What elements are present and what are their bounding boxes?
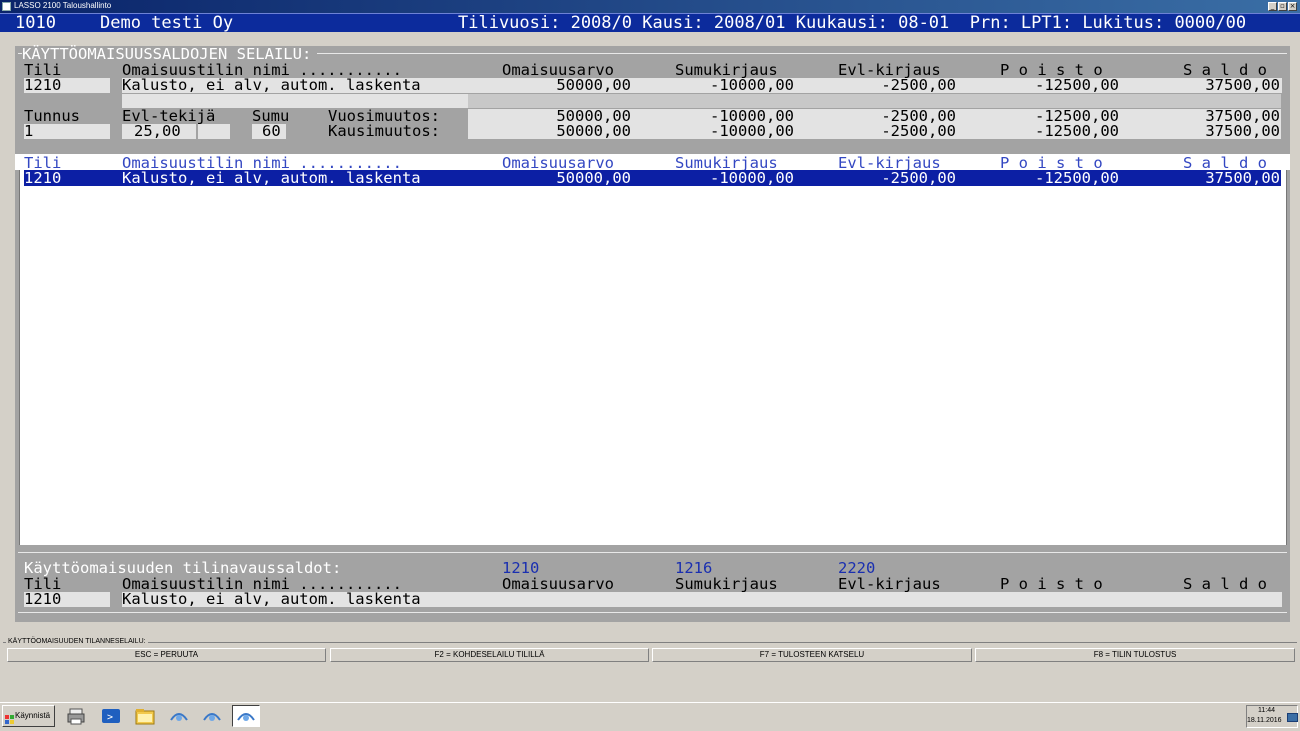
row-saldo[interactable]: 37500,00 xyxy=(1205,170,1280,186)
company-code: 1010 xyxy=(15,13,56,33)
field-bg xyxy=(122,94,468,108)
kausimuutos-label: Kausimuutos: xyxy=(328,122,440,140)
row-poisto[interactable]: -12500,00 xyxy=(1035,170,1119,186)
windows-logo-icon xyxy=(5,711,14,724)
field-bg xyxy=(24,124,110,139)
saldo-value: 37500,00 xyxy=(1205,76,1280,94)
field-bg xyxy=(198,124,230,139)
minimize-icon[interactable]: _ xyxy=(1268,2,1277,11)
f7-print-preview-button[interactable]: F7 = TULOSTEEN KATSELU xyxy=(652,648,972,662)
system-tray: 11:44 18.11.2016 xyxy=(1246,705,1298,728)
account-name-field: Kalusto, ei alv, autom. laskenta xyxy=(122,76,421,94)
restore-icon[interactable]: ▫ xyxy=(1278,2,1287,11)
kausi-saldo: 37500,00 xyxy=(1205,122,1280,140)
window-title: LASSO 2100 Taloushallinto xyxy=(14,1,112,10)
poisto-value: -12500,00 xyxy=(1035,76,1119,94)
clock-date[interactable]: 18.11.2016 xyxy=(1247,717,1282,724)
row-tili[interactable]: 1210 xyxy=(24,170,61,186)
bottom-account-field[interactable]: 1210 xyxy=(24,591,61,607)
bottom-header-sumukirjaus: Sumukirjaus xyxy=(675,575,778,593)
svg-text:>: > xyxy=(107,712,113,723)
lasso-app-icon[interactable] xyxy=(232,705,260,727)
period-status: Tilivuosi: 2008/0 Kausi: 2008/01 Kuukaus… xyxy=(458,13,1247,33)
omaisuusarvo-value: 50000,00 xyxy=(556,76,631,94)
bottom-header-poisto: P o i s t o xyxy=(1000,575,1103,593)
bottom-account-name: Kalusto, ei alv, autom. laskenta xyxy=(122,590,421,608)
row-name[interactable]: Kalusto, ei alv, autom. laskenta xyxy=(122,170,421,186)
account-link-1210[interactable]: 1210 xyxy=(502,560,539,576)
company-name: Demo testi Oy xyxy=(100,13,234,33)
kausi-omaisuusarvo: 50000,00 xyxy=(556,122,631,140)
app-icon xyxy=(2,2,11,11)
row-sumukirjaus[interactable]: -10000,00 xyxy=(710,170,794,186)
network-app-icon[interactable] xyxy=(201,706,223,726)
opening-balances-title: Käyttöomaisuuden tilinavaussaldot: xyxy=(24,559,342,577)
f2-target-browse-button[interactable]: F2 = KOHDESELAILU TILILLÄ xyxy=(330,648,649,662)
tunnus-field[interactable]: 1 xyxy=(24,123,33,139)
clock-time[interactable]: 11:44 xyxy=(1258,707,1275,714)
field-bg xyxy=(468,94,1281,108)
kausi-sumukirjaus: -10000,00 xyxy=(710,122,794,140)
powershell-icon[interactable]: > xyxy=(100,706,122,726)
sumu-field[interactable]: 60 xyxy=(262,123,281,139)
row-evl[interactable]: -2500,00 xyxy=(881,170,956,186)
printer-icon[interactable] xyxy=(66,706,88,726)
frame-line xyxy=(18,552,1287,553)
bottom-header-omaisuusarvo: Omaisuusarvo xyxy=(502,575,614,593)
frame-line xyxy=(3,642,1297,643)
row-omaisuusarvo[interactable]: 50000,00 xyxy=(556,170,631,186)
folder-icon[interactable] xyxy=(134,706,156,726)
f8-account-print-button[interactable]: F8 = TILIN TULOSTUS xyxy=(975,648,1295,662)
taskbar xyxy=(0,702,1300,731)
network-app-icon[interactable] xyxy=(168,706,190,726)
close-icon[interactable]: × xyxy=(1288,2,1297,11)
kausi-evl: -2500,00 xyxy=(881,122,956,140)
account-link-1216[interactable]: 1216 xyxy=(675,560,712,576)
kausi-poisto: -12500,00 xyxy=(1035,122,1119,140)
function-bar-title: KÄYTTÖOMAISUUDEN TILANNESELAILU: xyxy=(6,638,148,645)
function-bar xyxy=(0,622,1300,702)
monitor-icon[interactable] xyxy=(1287,713,1298,722)
frame-line xyxy=(18,612,1287,613)
evl-tekija-field[interactable]: 25,00 xyxy=(134,123,181,139)
account-number-field[interactable]: 1210 xyxy=(24,77,61,93)
bottom-header-saldo: S a l d o xyxy=(1183,575,1267,593)
account-link-2220[interactable]: 2220 xyxy=(838,560,875,576)
window-title-bar: LASSO 2100 Taloushallinto _ ▫ × xyxy=(0,0,1300,13)
account-list[interactable] xyxy=(19,154,1287,545)
start-button[interactable]: Käynnistä xyxy=(2,705,55,727)
start-label: Käynnistä xyxy=(15,711,51,720)
app-header: 1010 Demo testi Oy Tilivuosi: 2008/0 Kau… xyxy=(0,13,1300,32)
esc-cancel-button[interactable]: ESC = PERUUTA xyxy=(7,648,326,662)
sumukirjaus-value: -10000,00 xyxy=(710,76,794,94)
evl-value: -2500,00 xyxy=(881,76,956,94)
section-title: KÄYTTÖOMAISUUSSALDOJEN SELAILU: xyxy=(22,46,318,62)
bottom-header-evl: Evl-kirjaus xyxy=(838,575,941,593)
